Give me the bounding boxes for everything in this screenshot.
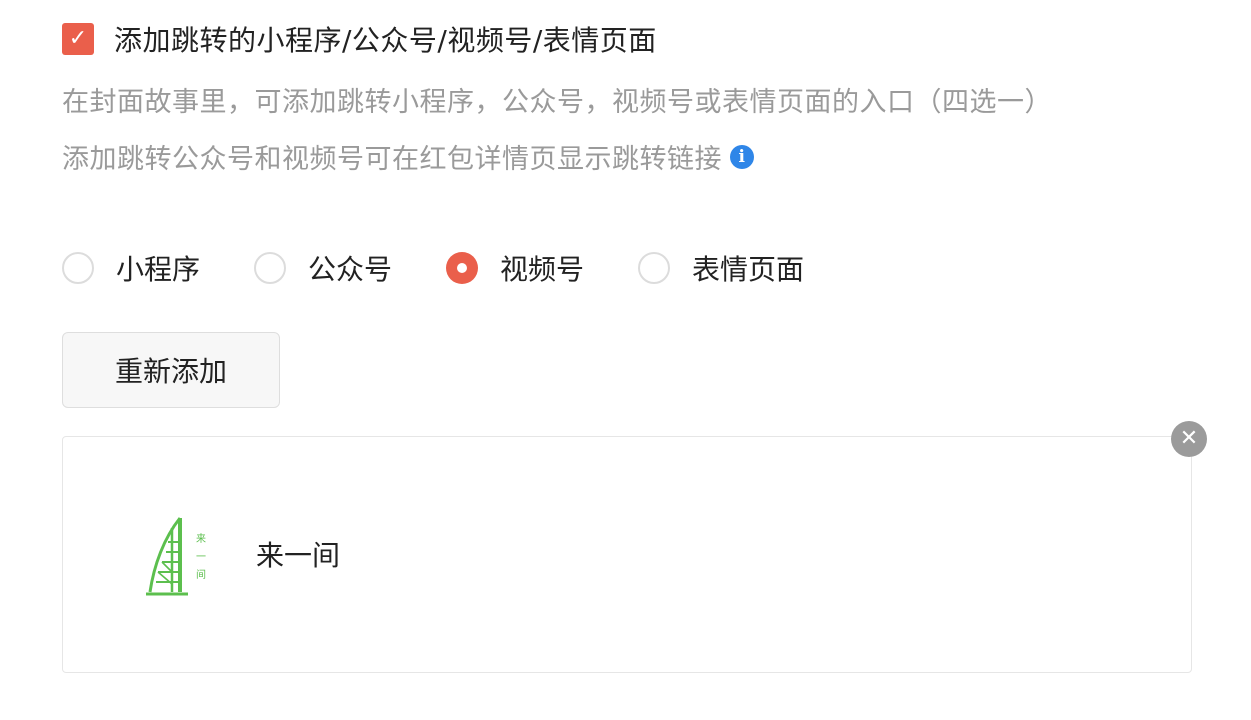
page: ✓ 添加跳转的小程序/公众号/视频号/表情页面 在封面故事里，可添加跳转小程序，… [0, 0, 1251, 720]
svg-text:间: 间 [196, 568, 206, 581]
radio-dot [457, 263, 468, 273]
close-icon: ✕ [1179, 426, 1199, 451]
svg-text:一: 一 [196, 552, 206, 563]
radio-button[interactable] [254, 252, 287, 284]
info-icon[interactable]: i [730, 144, 754, 169]
checkmark-icon: ✓ [68, 26, 88, 51]
svg-text:来: 来 [196, 533, 206, 545]
radio-label: 小程序 [116, 253, 201, 286]
radio-option-channels[interactable]: 视频号 [446, 248, 584, 288]
radio-label: 表情页面 [692, 253, 805, 286]
account-name: 来一间 [256, 539, 341, 572]
radio-option-sticker-page[interactable]: 表情页面 [638, 248, 804, 288]
radio-label: 视频号 [500, 253, 585, 286]
remove-account-button[interactable]: ✕ [1171, 421, 1207, 457]
radio-label: 公众号 [308, 253, 393, 286]
add-jump-checkbox-label: 添加跳转的小程序/公众号/视频号/表情页面 [114, 24, 657, 57]
description-line-2: 添加跳转公众号和视频号可在红包详情页显示跳转链接 [62, 144, 722, 175]
description-line-1: 在封面故事里，可添加跳转小程序，公众号，视频号或表情页面的入口（四选一） [62, 87, 1052, 118]
building-logo-icon: 来 一 间 [128, 510, 218, 600]
account-avatar: 来 一 间 [128, 510, 218, 600]
radio-button[interactable] [638, 252, 671, 284]
description-line-2-row: 添加跳转公众号和视频号可在红包详情页显示跳转链接 i [62, 137, 754, 176]
readd-button[interactable]: 重新添加 [62, 332, 280, 408]
add-jump-checkbox[interactable]: ✓ [62, 23, 94, 55]
radio-button-checked[interactable] [446, 252, 479, 284]
jump-type-radio-group: 小程序 公众号 视频号 表情页面 [62, 248, 858, 288]
radio-button[interactable] [62, 252, 94, 284]
radio-option-mini-program[interactable]: 小程序 [62, 248, 200, 288]
add-jump-checkbox-row[interactable]: ✓ 添加跳转的小程序/公众号/视频号/表情页面 [62, 20, 657, 58]
radio-option-official-account[interactable]: 公众号 [254, 248, 392, 288]
selected-account-card [62, 436, 1192, 673]
